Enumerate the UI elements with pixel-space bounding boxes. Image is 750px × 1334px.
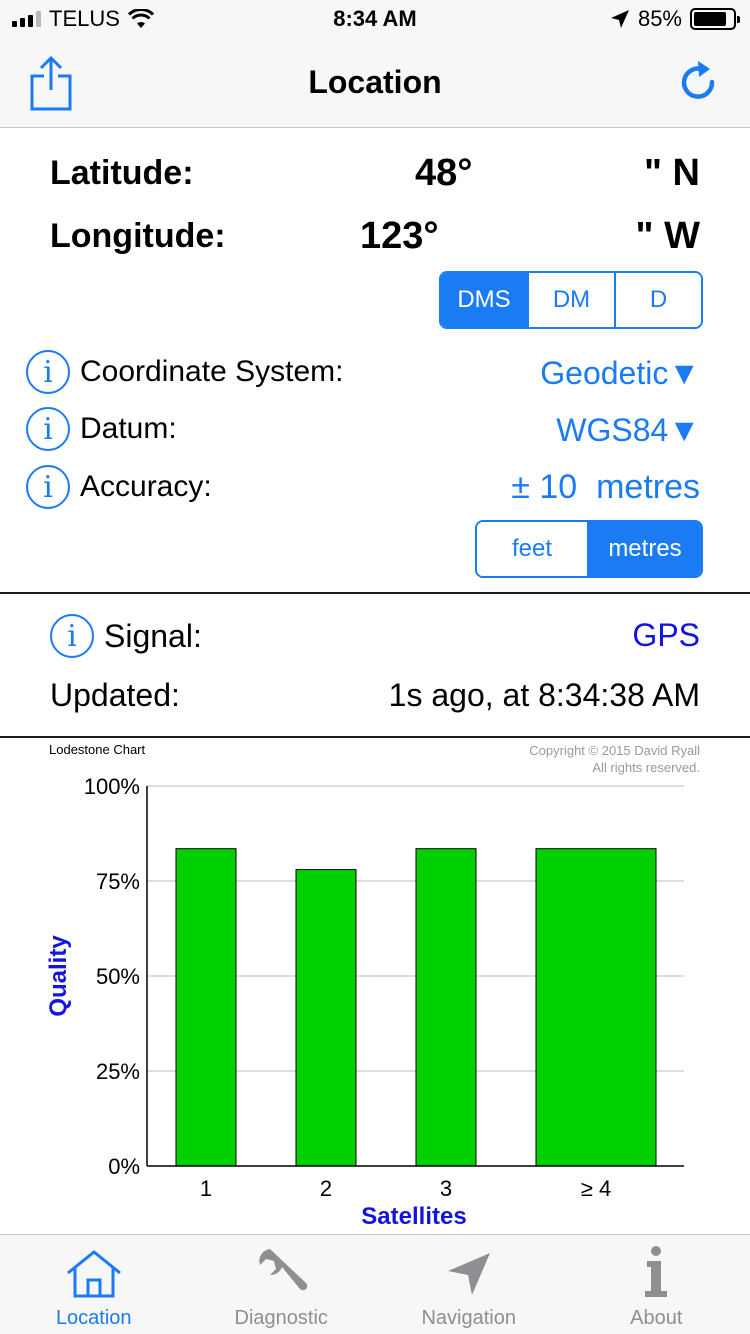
x-tick-label: 3 [440, 1176, 452, 1201]
y-tick-label: 100% [84, 774, 140, 799]
divider [0, 592, 750, 594]
tab-label: Diagnostic [234, 1307, 328, 1329]
latitude-label: Latitude: [50, 154, 194, 192]
bar [535, 848, 657, 1167]
accuracy-label: Accuracy: [80, 470, 212, 503]
accuracy-row: i Accuracy: [26, 465, 212, 509]
longitude-value: 123° [360, 215, 439, 257]
chart-canvas: 0% 25% 50% 75% 100% 1 2 3 ≥ 4 Satellites Quality [45, 774, 684, 1230]
navigation-arrow-icon [447, 1253, 490, 1295]
datum-dropdown[interactable]: WGS84▼ [556, 412, 700, 449]
page-title: Location [308, 64, 442, 100]
battery-icon [690, 8, 740, 30]
y-tick-label: 25% [96, 1059, 140, 1084]
tab-label: Location [55, 1307, 132, 1329]
tab-label: Navigation [421, 1307, 516, 1329]
segment-feet[interactable]: feet [477, 522, 587, 576]
segment-dms[interactable]: DMS [441, 273, 527, 327]
info-icon [645, 1246, 668, 1297]
tab-diagnostic[interactable]: Diagnostic [188, 1235, 376, 1334]
latitude-value: 48° [415, 152, 473, 194]
longitude-suffix: " W [635, 215, 700, 257]
segment-metres[interactable]: metres [587, 522, 701, 576]
units-segment: feet metres [475, 520, 703, 578]
info-icon[interactable]: i [26, 407, 70, 451]
coordinate-system-dropdown[interactable]: Geodetic▼ [540, 355, 700, 392]
quality-chart: 0% 25% 50% 75% 100% 1 2 3 ≥ 4 Satellites Quality L… [0, 738, 750, 1234]
chart-name: Lodestone Chart [49, 742, 146, 757]
y-tick-label: 75% [96, 869, 140, 894]
home-icon [66, 1250, 121, 1298]
coordinate-system-row: i Coordinate System: [26, 350, 343, 394]
tab-navigation[interactable]: Navigation [375, 1235, 563, 1334]
signal-row: i Signal: [50, 614, 202, 658]
x-tick-label: ≥ 4 [581, 1176, 611, 1201]
signal-label: Signal: [104, 617, 202, 654]
info-icon[interactable]: i [26, 350, 70, 394]
tab-about[interactable]: About [563, 1235, 750, 1334]
bar [175, 848, 237, 1167]
navigation-bar: Location [0, 40, 750, 128]
copyright-text: Copyright © 2015 David Ryall All rights … [529, 742, 700, 776]
x-axis-title: Satellites [361, 1203, 466, 1230]
updated-value: 1s ago, at 8:34:38 AM [388, 677, 700, 713]
status-bar: TELUS 8:34 AM 85% [0, 0, 750, 40]
info-icon[interactable]: i [50, 614, 94, 658]
bar [295, 869, 357, 1167]
bar [415, 848, 477, 1167]
refresh-icon[interactable] [676, 60, 722, 106]
datum-row: i Datum: [26, 407, 177, 451]
updated-label: Updated: [50, 677, 180, 713]
signal-value: GPS [632, 617, 700, 653]
tab-location[interactable]: Location [0, 1235, 188, 1334]
tab-label: About [630, 1307, 683, 1329]
datum-label: Datum: [80, 412, 177, 445]
y-tick-label: 50% [96, 964, 140, 989]
copyright-line-2: All rights reserved. [592, 760, 700, 775]
coordinate-format-segment: DMS DM D [439, 271, 703, 329]
segment-dm[interactable]: DM [527, 273, 614, 327]
latitude-suffix: " N [643, 152, 700, 194]
copyright-line-1: Copyright © 2015 David Ryall [529, 743, 700, 758]
y-axis-title: Quality [45, 935, 72, 1017]
wrench-icon [259, 1249, 308, 1291]
y-tick-label: 0% [108, 1154, 140, 1179]
x-tick-label: 1 [200, 1176, 212, 1201]
coordinate-system-label: Coordinate System: [80, 355, 344, 388]
info-icon[interactable]: i [26, 465, 70, 509]
longitude-label: Longitude: [50, 217, 226, 255]
location-arrow-icon [610, 10, 629, 28]
battery-percent: 85% [637, 6, 682, 31]
tab-bar: Location Diagnostic Navigation About [0, 1234, 750, 1334]
segment-d[interactable]: D [614, 273, 701, 327]
x-tick-label: 2 [320, 1176, 332, 1201]
accuracy-value: ± 10 metres [511, 468, 700, 506]
